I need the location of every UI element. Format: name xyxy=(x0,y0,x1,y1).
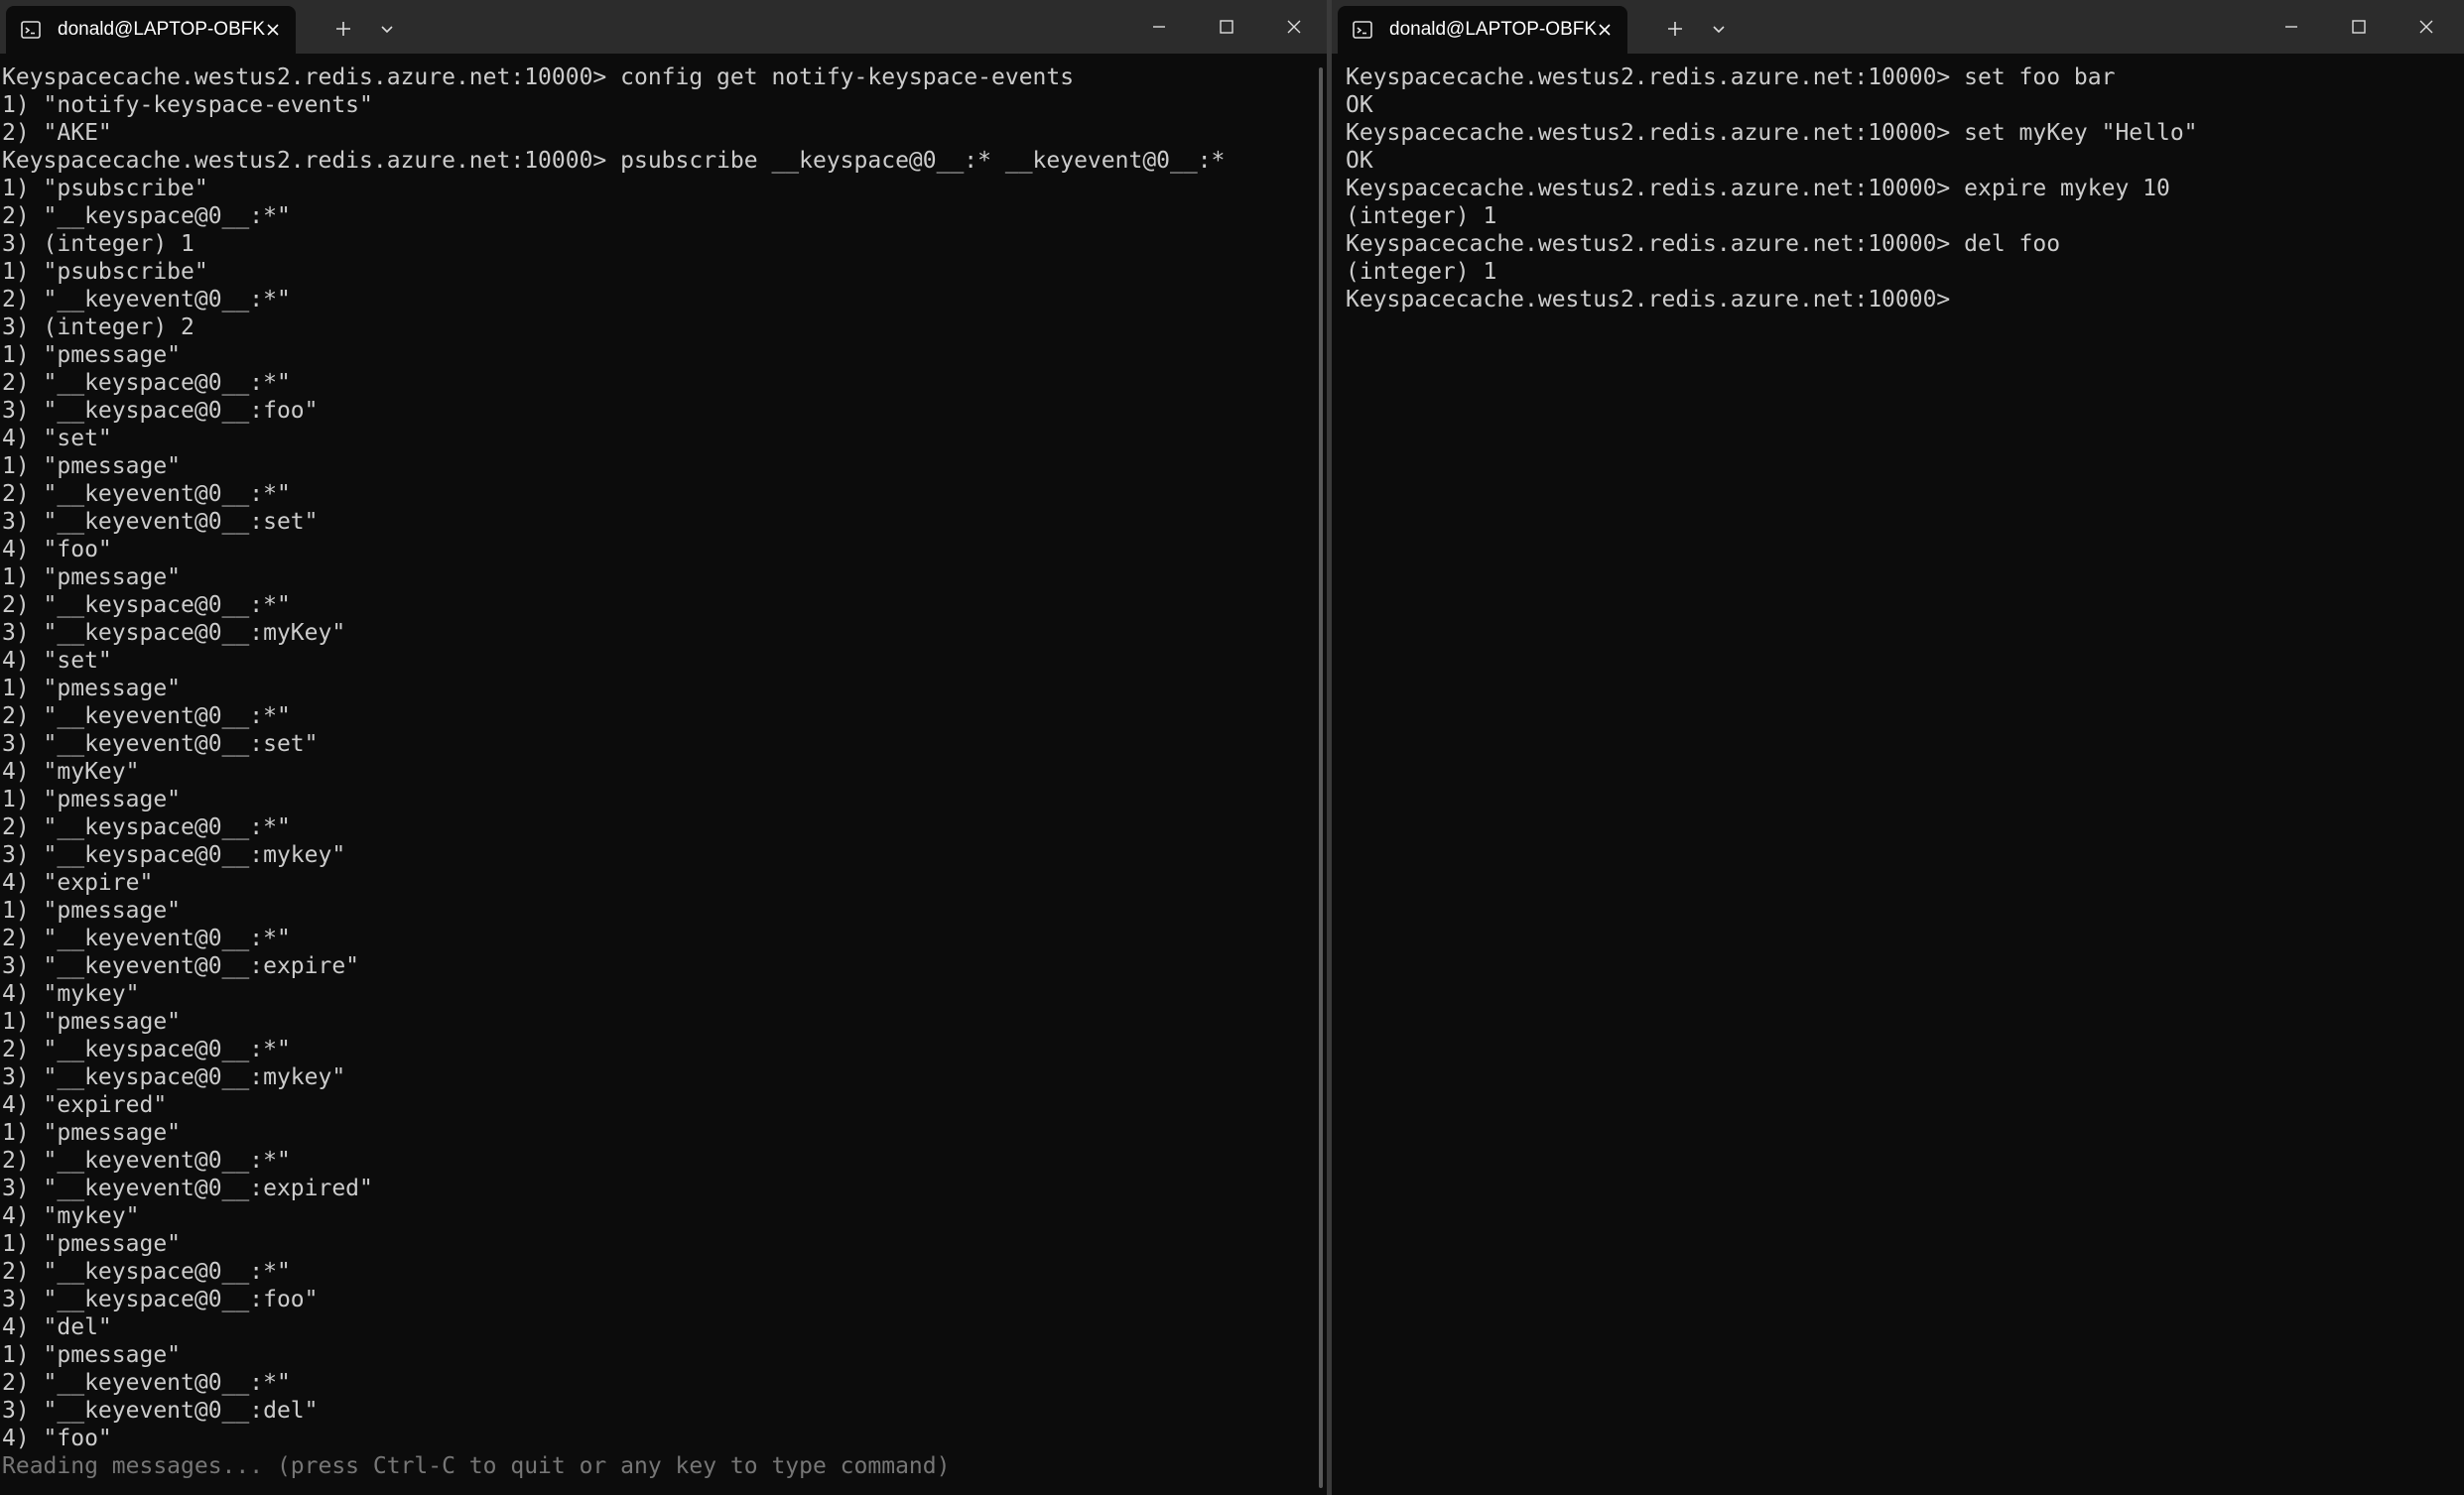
terminal-line: Keyspacecache.westus2.redis.azure.net:10… xyxy=(2,148,1226,174)
terminal-line: 1) "pmessage" xyxy=(2,676,182,701)
terminal-line: 1) "notify-keyspace-events" xyxy=(2,92,373,118)
chevron-down-icon xyxy=(1712,24,1726,34)
terminal-line: Keyspacecache.westus2.redis.azure.net:10… xyxy=(1346,231,2061,257)
maximize-button[interactable] xyxy=(2325,0,2393,54)
terminal-line: 1) "pmessage" xyxy=(2,1342,182,1368)
title-bar[interactable]: donald@LAPTOP-OBFK xyxy=(1332,0,2464,54)
terminal-line: 4) "expire" xyxy=(2,870,154,896)
terminal-line: 4) "mykey" xyxy=(2,1203,140,1229)
terminal-line: Keyspacecache.westus2.redis.azure.net:10… xyxy=(1346,120,2198,146)
terminal-icon xyxy=(1352,19,1373,41)
tab-dropdown-button[interactable] xyxy=(369,12,405,46)
terminal-line: 1) "psubscribe" xyxy=(2,259,208,285)
terminal-line: 3) "__keyspace@0__:mykey" xyxy=(2,842,346,868)
terminal-line: 4) "foo" xyxy=(2,1426,112,1451)
terminal-line: 3) (integer) 1 xyxy=(2,231,195,257)
close-icon xyxy=(2418,19,2434,35)
terminal-line: OK xyxy=(1346,92,1373,118)
terminal-line: 2) "__keyspace@0__:*" xyxy=(2,592,291,618)
terminal-tab[interactable]: donald@LAPTOP-OBFK xyxy=(1338,6,1627,54)
terminal-line: 2) "__keyevent@0__:*" xyxy=(2,703,291,729)
terminal-line: 2) "__keyevent@0__:*" xyxy=(2,481,291,507)
tab-title: donald@LAPTOP-OBFK xyxy=(58,19,266,40)
terminal-line: (integer) 1 xyxy=(1346,203,1497,229)
terminal-output[interactable]: Keyspacecache.westus2.redis.azure.net:10… xyxy=(2,63,1313,1495)
right-terminal-window[interactable]: donald@LAPTOP-OBFK Keyspacecache.westus2… xyxy=(1332,0,2464,1495)
terminal-line: 3) "__keyevent@0__:del" xyxy=(2,1398,319,1424)
terminal-line: 2) "__keyspace@0__:*" xyxy=(2,203,291,229)
terminal-line: 3) "__keyspace@0__:mykey" xyxy=(2,1064,346,1090)
terminal-line: 3) "__keyspace@0__:foo" xyxy=(2,398,319,424)
title-bar[interactable]: donald@LAPTOP-OBFK xyxy=(0,0,1327,54)
terminal-line: 1) "pmessage" xyxy=(2,898,182,924)
terminal-line: Keyspacecache.westus2.redis.azure.net:10… xyxy=(1346,64,2116,90)
terminal-line: 1) "pmessage" xyxy=(2,453,182,479)
terminal-line: 2) "__keyevent@0__:*" xyxy=(2,287,291,312)
terminal-line: 2) "AKE" xyxy=(2,120,112,146)
terminal-icon xyxy=(20,19,42,41)
close-icon[interactable] xyxy=(1594,19,1616,41)
close-window-button[interactable] xyxy=(1260,0,1327,54)
terminal-line: Keyspacecache.westus2.redis.azure.net:10… xyxy=(1346,176,2170,201)
terminal-line: 2) "__keyevent@0__:*" xyxy=(2,926,291,951)
minimize-button[interactable] xyxy=(1125,0,1193,54)
scrollbar[interactable] xyxy=(1319,67,1323,1488)
terminal-line: 2) "__keyspace@0__:*" xyxy=(2,814,291,840)
terminal-line: 3) "__keyevent@0__:set" xyxy=(2,731,319,757)
terminal-line: OK xyxy=(1346,148,1373,174)
terminal-line: 4) "set" xyxy=(2,426,112,451)
terminal-line: 1) "pmessage" xyxy=(2,1120,182,1146)
plus-icon xyxy=(1666,20,1684,38)
terminal-line: 2) "__keyspace@0__:*" xyxy=(2,370,291,396)
terminal-line: 1) "psubscribe" xyxy=(2,176,208,201)
terminal-line: 3) "__keyspace@0__:myKey" xyxy=(2,620,346,646)
terminal-line: Keyspacecache.westus2.redis.azure.net:10… xyxy=(1346,287,1951,312)
terminal-line: 4) "set" xyxy=(2,648,112,674)
plus-icon xyxy=(334,20,352,38)
terminal-line: 3) "__keyevent@0__:expired" xyxy=(2,1176,373,1201)
terminal-line: 4) "foo" xyxy=(2,537,112,562)
terminal-line: 1) "pmessage" xyxy=(2,1009,182,1035)
close-icon xyxy=(1286,19,1302,35)
maximize-icon xyxy=(2351,19,2367,35)
terminal-line: (integer) 1 xyxy=(1346,259,1497,285)
terminal-tab[interactable]: donald@LAPTOP-OBFK xyxy=(6,6,296,54)
terminal-line: 3) "__keyevent@0__:set" xyxy=(2,509,319,535)
tab-dropdown-button[interactable] xyxy=(1701,12,1737,46)
terminal-line: 2) "__keyevent@0__:*" xyxy=(2,1370,291,1396)
terminal-line: 3) "__keyspace@0__:foo" xyxy=(2,1287,319,1312)
terminal-line: 2) "__keyspace@0__:*" xyxy=(2,1037,291,1062)
minimize-icon xyxy=(2283,19,2299,35)
terminal-line: 3) (integer) 2 xyxy=(2,314,195,340)
terminal-line: 1) "pmessage" xyxy=(2,1231,182,1257)
status-line: Reading messages... (press Ctrl-C to qui… xyxy=(2,1453,951,1479)
terminal-line: 4) "mykey" xyxy=(2,981,140,1007)
minimize-icon xyxy=(1151,19,1167,35)
terminal-line: 4) "del" xyxy=(2,1314,112,1340)
close-icon[interactable] xyxy=(262,19,284,41)
terminal-line: Keyspacecache.westus2.redis.azure.net:10… xyxy=(2,64,1075,90)
minimize-button[interactable] xyxy=(2258,0,2325,54)
maximize-icon xyxy=(1219,19,1234,35)
left-terminal-window[interactable]: donald@LAPTOP-OBFK Keyspacecache.westus2… xyxy=(0,0,1327,1495)
terminal-line: 2) "__keyspace@0__:*" xyxy=(2,1259,291,1285)
terminal-line: 1) "pmessage" xyxy=(2,342,182,368)
terminal-line: 3) "__keyevent@0__:expire" xyxy=(2,953,360,979)
new-tab-button[interactable] xyxy=(323,12,364,46)
terminal-line: 4) "expired" xyxy=(2,1092,168,1118)
terminal-line: 1) "pmessage" xyxy=(2,564,182,590)
new-tab-button[interactable] xyxy=(1654,12,1696,46)
terminal-line: 2) "__keyevent@0__:*" xyxy=(2,1148,291,1174)
terminal-line: 4) "myKey" xyxy=(2,759,140,785)
terminal-line: 1) "pmessage" xyxy=(2,787,182,812)
chevron-down-icon xyxy=(380,24,394,34)
tab-title: donald@LAPTOP-OBFK xyxy=(1389,19,1598,40)
terminal-output[interactable]: Keyspacecache.westus2.redis.azure.net:10… xyxy=(1346,63,2450,1495)
close-window-button[interactable] xyxy=(2393,0,2460,54)
maximize-button[interactable] xyxy=(1193,0,1260,54)
